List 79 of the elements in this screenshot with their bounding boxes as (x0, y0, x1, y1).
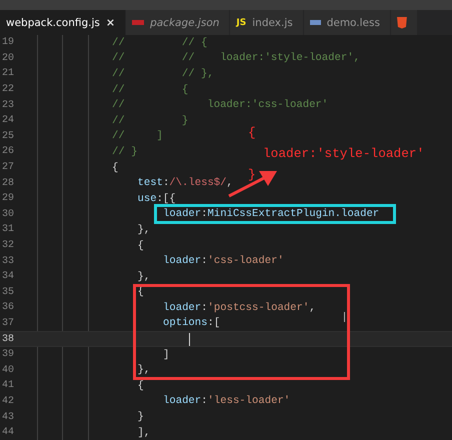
line-number: 23 (1, 100, 16, 111)
code-token: 'css-loader' (208, 255, 284, 268)
code-token: { (138, 240, 144, 252)
code-token: :[{ (156, 192, 176, 205)
line-number: 20 (1, 52, 16, 64)
code-token: }, (138, 270, 150, 283)
code-token: 'less-loader' (208, 395, 290, 408)
code-token: : (201, 395, 208, 408)
code-token: 'postcss-loader' (208, 302, 310, 314)
line-number: 29 (1, 193, 16, 204)
code-token: // ] (112, 130, 163, 142)
code-token: MiniCssExtractPlugin.loader (208, 208, 380, 220)
line-number: 44 (1, 427, 16, 438)
code-token: } (138, 411, 144, 424)
code-token: test (138, 177, 163, 190)
shield-icon (396, 16, 407, 28)
line-number: 26 (1, 146, 16, 158)
code-token: : (162, 177, 170, 190)
line-number: 24 (1, 115, 16, 126)
code-token: loader (163, 302, 202, 314)
code-token: // } (112, 114, 188, 127)
line-number: 21 (1, 68, 16, 80)
line-number: 25 (1, 130, 16, 142)
line-number: 39 (1, 349, 16, 360)
code-token: : (201, 302, 208, 314)
annotation-text: loader:'style-loader' (263, 145, 424, 163)
editor-tab[interactable]: demo.less (304, 10, 391, 35)
npm-icon (132, 20, 144, 25)
code-token: , (309, 302, 316, 314)
code-token: }, (138, 224, 150, 236)
line-number: 41 (1, 380, 16, 392)
line-number: 40 (1, 364, 16, 376)
code-token: // loader:'css-loader' (112, 99, 328, 112)
code-token: // { (112, 84, 188, 96)
code-token: // // loader:'style-loader', (112, 52, 360, 64)
line-number: 28 (1, 178, 16, 189)
line-number: 34 (1, 271, 16, 282)
code-token: loader (163, 208, 202, 220)
close-icon[interactable]: × (106, 16, 116, 29)
editor-tab[interactable]: webpack.config.js × (0, 10, 126, 35)
code-token: // // }, (112, 68, 214, 80)
line-number: 35 (1, 286, 16, 298)
code-token: , (226, 177, 233, 190)
line-number: 22 (1, 84, 16, 96)
code-token: }, (138, 364, 150, 376)
js-icon: JS (236, 18, 246, 28)
code-token: : (201, 255, 208, 268)
editor-tab[interactable]: JS index.js (230, 10, 304, 35)
code-token: ], (138, 426, 150, 439)
code-token: options (163, 317, 208, 330)
line-number: 36 (1, 302, 16, 314)
code-token: ] (163, 348, 170, 361)
line-number: 33 (1, 256, 16, 267)
line-number: 43 (1, 412, 16, 423)
annotation-text: } (248, 166, 256, 184)
code-token: :[ (208, 317, 220, 330)
code-token: { (138, 380, 144, 392)
code-token: // } (112, 146, 138, 158)
line-number: 31 (1, 224, 16, 236)
line-number: 27 (1, 162, 16, 174)
text-cursor (188, 332, 190, 346)
annotation-text: { (248, 124, 256, 142)
line-number: 38 (1, 334, 16, 345)
code-token: // // { (112, 36, 208, 49)
code-token: { (112, 162, 118, 174)
code-token: loader (163, 395, 202, 408)
text-cursor-icon (344, 312, 345, 322)
line-number: 19 (1, 37, 16, 48)
code-token: use (138, 192, 157, 205)
editor-tab[interactable]: package.json (126, 10, 230, 35)
line-number: 37 (1, 318, 16, 329)
code-token: : (201, 208, 208, 220)
file-icon (310, 20, 321, 25)
code-token: loader (163, 255, 202, 268)
line-number: 42 (1, 396, 16, 407)
line-number: 32 (1, 240, 16, 252)
editor-tab[interactable] (390, 10, 418, 35)
line-number: 30 (1, 208, 16, 220)
code-token: /\.less$/ (169, 177, 227, 190)
